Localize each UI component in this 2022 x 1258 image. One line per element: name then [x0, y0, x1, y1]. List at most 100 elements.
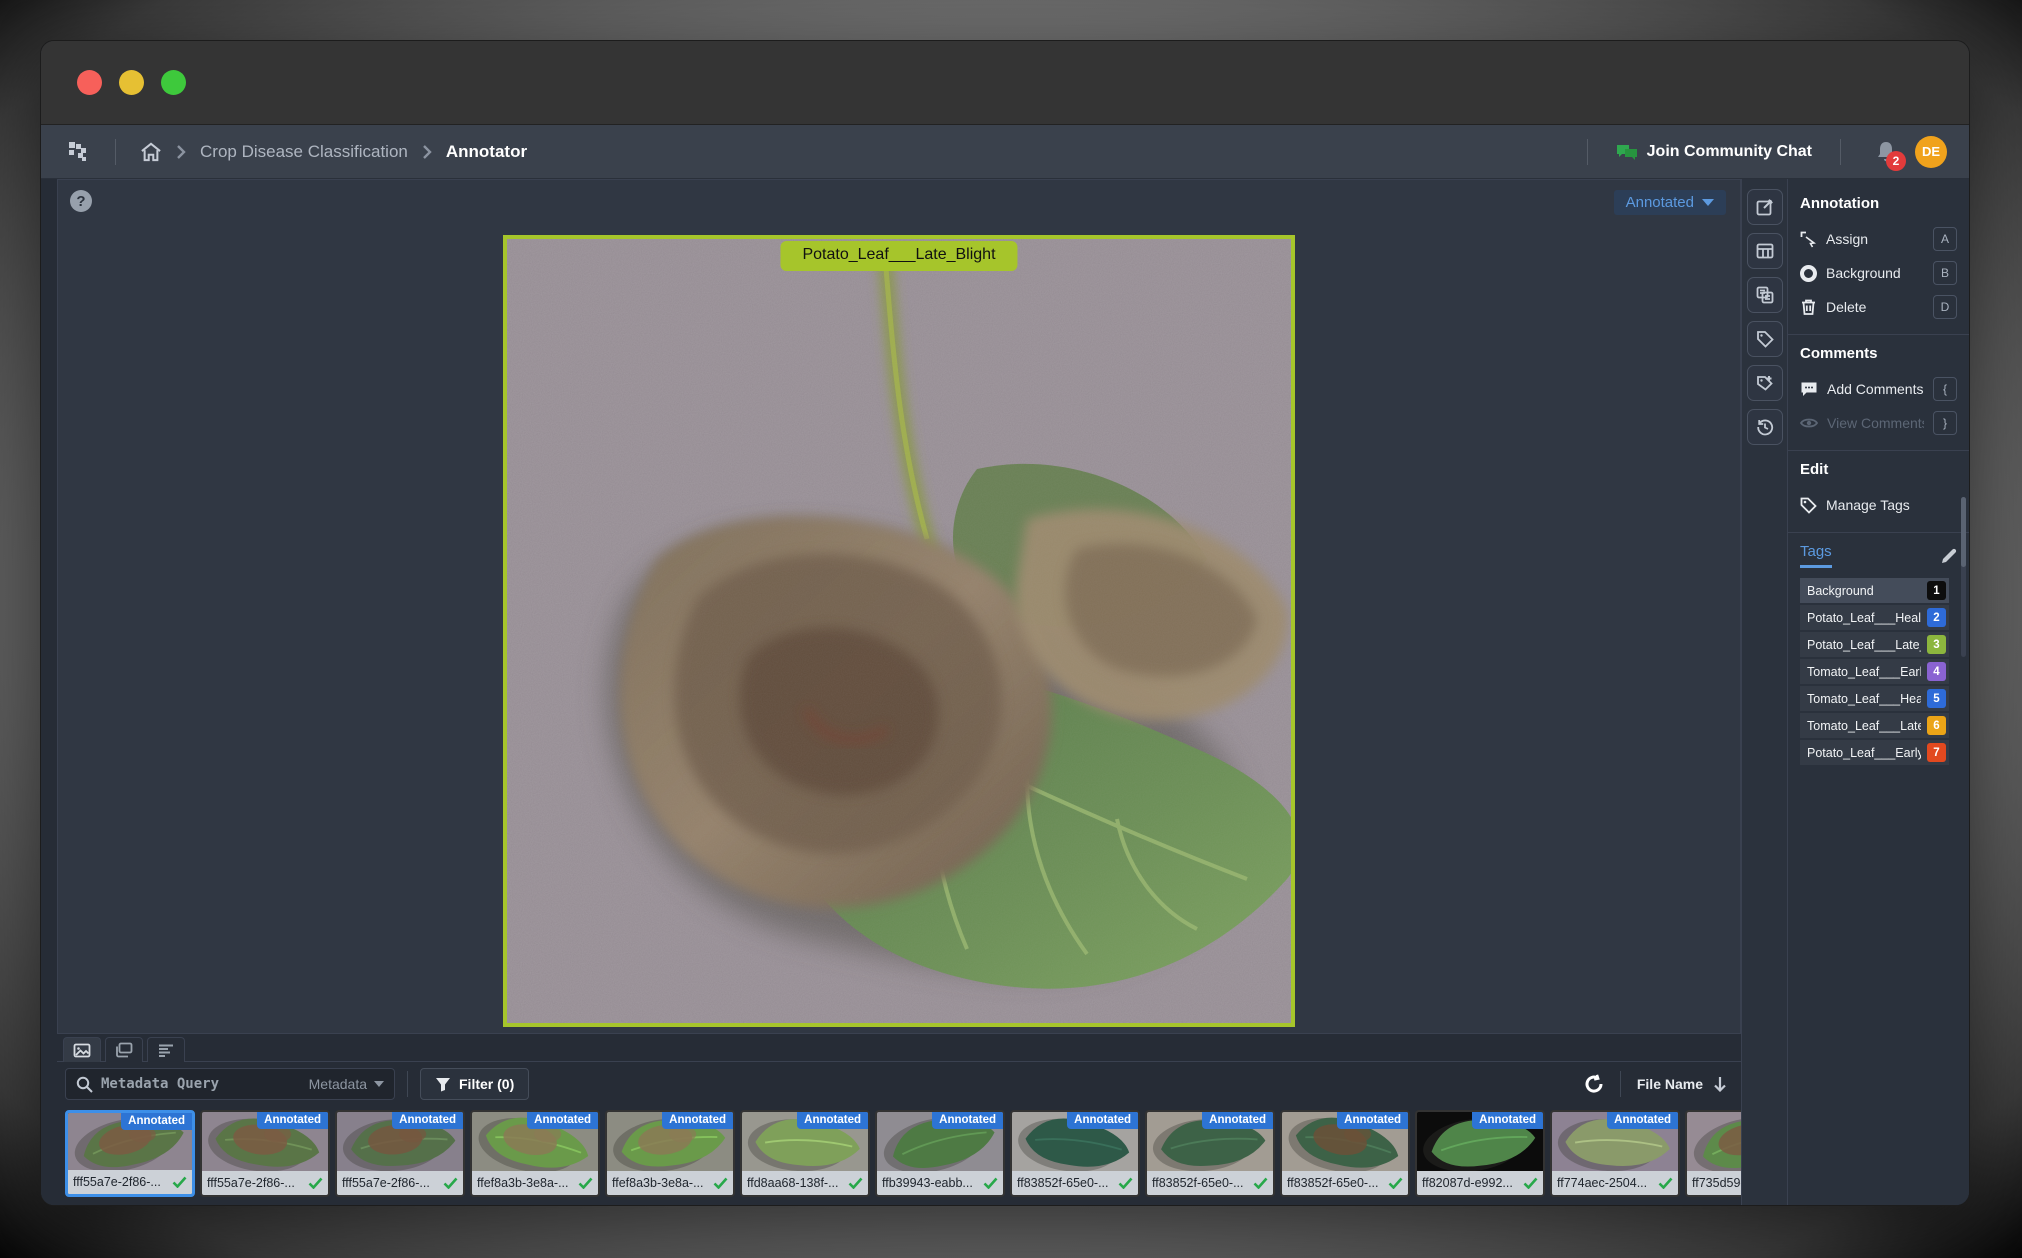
thumbnail-card[interactable]: Annotated ff83852f-65e0-...: [1010, 1110, 1140, 1197]
app-logo-icon[interactable]: [65, 139, 91, 165]
tag-row[interactable]: Tomato_Leaf___Healthy5: [1800, 686, 1949, 711]
tab-tags[interactable]: Tags: [1800, 543, 1832, 568]
thumbnail-card[interactable]: Annotatedff82087d-e992...: [1415, 1110, 1545, 1197]
thumbnail-card[interactable]: Annotatedffef8a3b-3e8a-...: [470, 1110, 600, 1197]
help-button[interactable]: ?: [70, 190, 92, 212]
notifications-button[interactable]: 2: [1875, 140, 1897, 164]
thumbnail-card[interactable]: Annotatedfff55a7e-2f86-...: [200, 1110, 330, 1197]
annotation-status-dropdown[interactable]: Annotated: [1614, 190, 1726, 215]
leaf-photo: [507, 239, 1291, 1023]
tag-row[interactable]: Potato_Leaf___Late_Blig...3: [1800, 632, 1949, 657]
join-community-chat-button[interactable]: Join Community Chat: [1616, 142, 1812, 162]
thumbnail-filename-bar: ff83852f-65e0-...: [1012, 1171, 1138, 1195]
divider: [1788, 334, 1969, 335]
home-icon[interactable]: [140, 142, 162, 162]
delete-button[interactable]: DeleteD: [1800, 290, 1957, 324]
search-icon: [76, 1076, 93, 1093]
tag-row[interactable]: Tomato_Leaf___Early_Bl...4: [1800, 659, 1949, 684]
history-icon: [1756, 418, 1774, 436]
tag-icon: [1756, 330, 1774, 348]
copy-tool-button[interactable]: [1747, 277, 1783, 313]
tag-key-badge: 6: [1927, 716, 1946, 735]
add-comments-button[interactable]: Add Comments{: [1800, 372, 1957, 406]
gallery-tab-list[interactable]: [147, 1037, 185, 1062]
divider: [1788, 450, 1969, 451]
classification-label[interactable]: Potato_Leaf___Late_Blight: [780, 241, 1017, 271]
refresh-icon[interactable]: [1584, 1074, 1604, 1094]
thumbnail-filename-bar: ffef8a3b-3e8a-...: [607, 1171, 733, 1195]
action-label: Add Comments: [1827, 381, 1924, 397]
tag-tool-button[interactable]: [1747, 321, 1783, 357]
thumbnail-card[interactable]: Annotatedff83852f-65e0-...: [1280, 1110, 1410, 1197]
gallery-tab-image[interactable]: [63, 1037, 101, 1062]
thumbnail-card[interactable]: Annotated ffd8aa68-138f-...: [740, 1110, 870, 1197]
tag-row[interactable]: Tomato_Leaf___Late_Bli...6: [1800, 713, 1949, 738]
tag-add-tool-button[interactable]: [1747, 365, 1783, 401]
thumbnail-card[interactable]: Annotatedfff55a7e-2f86-...: [335, 1110, 465, 1197]
annotated-badge: Annotated: [1067, 1112, 1138, 1129]
tags-scrollbar[interactable]: [1961, 497, 1966, 657]
gallery-tab-layers[interactable]: [105, 1037, 143, 1062]
tag-list: Background1Potato_Leaf___Healthy2Potato_…: [1800, 578, 1949, 765]
zoom-window-button[interactable]: [161, 70, 186, 95]
thumbnail-filename-bar: ffd8aa68-138f-...: [742, 1171, 868, 1195]
manage-tags-button[interactable]: Manage Tags: [1800, 488, 1957, 522]
check-icon: [172, 1176, 187, 1188]
check-icon: [1523, 1177, 1538, 1189]
search-scope-dropdown[interactable]: Metadata: [309, 1076, 384, 1092]
tag-row[interactable]: Potato_Leaf___Healthy2: [1800, 605, 1949, 630]
metadata-search-input[interactable]: Metadata Query Metadata: [65, 1068, 395, 1100]
annotated-image[interactable]: Potato_Leaf___Late_Blight: [503, 235, 1295, 1027]
tag-row[interactable]: Potato_Leaf___Early_Bli...7: [1800, 740, 1949, 765]
divider: [407, 1071, 408, 1097]
thumbnail-card[interactable]: Annotatedffef8a3b-3e8a-...: [605, 1110, 735, 1197]
thumbnail-filename-bar: ffef8a3b-3e8a-...: [472, 1171, 598, 1195]
minimize-window-button[interactable]: [119, 70, 144, 95]
annotated-badge: Annotated: [797, 1112, 868, 1129]
assign-button[interactable]: AssignA: [1800, 222, 1957, 256]
annotation-canvas[interactable]: ? Annotated: [57, 179, 1741, 1033]
table-tool-button[interactable]: [1747, 233, 1783, 269]
breadcrumb-project[interactable]: Crop Disease Classification: [200, 142, 408, 162]
thumbnail-filename-bar: ff83852f-65e0-...: [1147, 1171, 1273, 1195]
check-icon: [983, 1177, 998, 1189]
background-button[interactable]: BackgroundB: [1800, 256, 1957, 290]
tag-key-badge: 2: [1927, 608, 1946, 627]
sort-button[interactable]: File Name: [1637, 1076, 1727, 1092]
annotation-section-title: Annotation: [1800, 195, 1957, 212]
status-dropdown-value: Annotated: [1626, 194, 1694, 211]
notification-count-badge: 2: [1886, 151, 1906, 171]
tag-row[interactable]: Background1: [1800, 578, 1949, 603]
thumbnail-card[interactable]: Annotatedff83852f-65e0-...: [1145, 1110, 1275, 1197]
thumbnail-filename-bar: fff55a7e-2f86-...: [337, 1171, 463, 1195]
thumbnail-filename-bar: fff55a7e-2f86-...: [68, 1170, 192, 1194]
edit-section-title: Edit: [1800, 461, 1957, 478]
thumbnail-card[interactable]: Annotatedff735d59-0023...: [1685, 1110, 1741, 1197]
thumbnail-filename: ff774aec-2504...: [1557, 1176, 1653, 1190]
comment-icon: [1800, 381, 1818, 398]
close-window-button[interactable]: [77, 70, 102, 95]
right-panel: Annotation AssignABackgroundBDeleteD Com…: [1787, 179, 1969, 1205]
screenshot-frame: Crop Disease Classification Annotator Jo…: [0, 0, 2022, 1258]
edit-tags-pencil-icon[interactable]: [1941, 548, 1957, 564]
view-comments-button[interactable]: View Comments}: [1800, 406, 1957, 440]
annotated-badge: Annotated: [1472, 1112, 1543, 1129]
window-titlebar: [41, 41, 1969, 125]
thumbnail-card[interactable]: Annotatedffb39943-eabb...: [875, 1110, 1005, 1197]
history-tool-button[interactable]: [1747, 409, 1783, 445]
thumbnail-filename: fff55a7e-2f86-...: [73, 1175, 167, 1189]
thumbnail-filename: ffd8aa68-138f-...: [747, 1176, 843, 1190]
action-label: Background: [1826, 265, 1924, 281]
check-icon: [1658, 1177, 1673, 1189]
thumbnail-filename: fff55a7e-2f86-...: [207, 1176, 303, 1190]
thumbnail-image: [1687, 1112, 1741, 1171]
thumbnail-card[interactable]: Annotatedff774aec-2504...: [1550, 1110, 1680, 1197]
avatar[interactable]: DE: [1915, 136, 1947, 168]
thumbnail-card[interactable]: Annotatedfff55a7e-2f86-...: [65, 1110, 195, 1197]
arrow-down-icon: [1713, 1076, 1727, 1092]
tag-add-icon: [1756, 374, 1774, 392]
filter-button[interactable]: Filter (0): [420, 1068, 529, 1100]
edit-tool-button[interactable]: [1747, 189, 1783, 225]
eye-icon: [1800, 416, 1818, 430]
donut-icon: [1800, 265, 1817, 282]
